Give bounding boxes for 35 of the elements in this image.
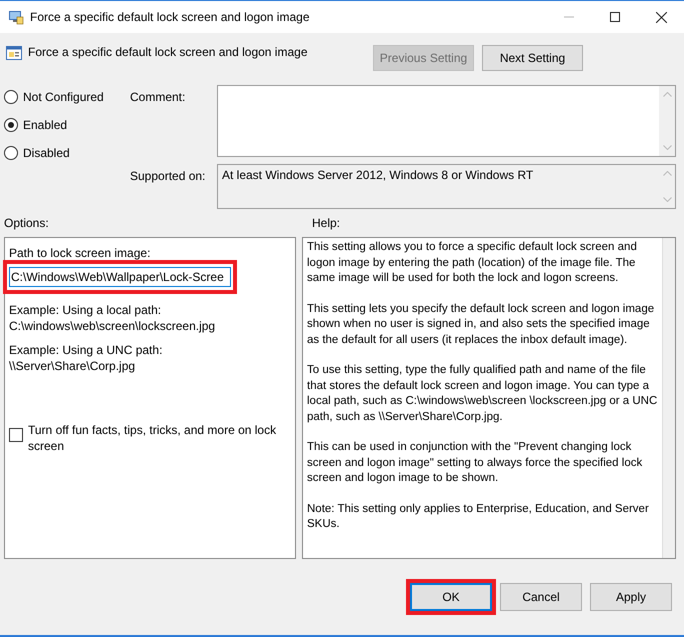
help-paragraph: This setting lets you specify the default lock screen and logon image shown when no user is signed in, and also sets the specified image as the default for all users (it replaces the inbox default image). xyxy=(307,302,656,348)
settings-window-icon xyxy=(6,45,22,61)
options-label: Options: xyxy=(4,216,50,230)
maximize-icon xyxy=(610,12,620,22)
dialog-button[interactable]: Apply xyxy=(590,583,672,611)
path-label: Path to lock screen image: xyxy=(9,246,152,260)
path-input[interactable]: C:\Windows\Web\Wallpaper\Lock-Scree xyxy=(9,267,231,287)
example-text: Example: Using a UNC path: \\Server\Share\Corp.jpg xyxy=(9,342,164,374)
dialog-button[interactable]: OK xyxy=(410,583,492,611)
radio-option[interactable]: Enabled xyxy=(4,117,130,133)
scroll-down-icon[interactable] xyxy=(662,145,672,150)
dialog-button[interactable]: Cancel xyxy=(500,583,582,611)
radio-option[interactable]: Not Configured xyxy=(4,89,130,105)
example-text: Example: Using a local path: C:\windows\web\screen\lockscreen.jpg xyxy=(9,302,216,334)
radio-option[interactable]: Disabled xyxy=(4,145,130,161)
comment-field[interactable] xyxy=(217,85,676,157)
scrollbar[interactable] xyxy=(662,238,675,558)
policy-title: Force a specific default lock screen and logon image xyxy=(28,45,308,59)
close-icon xyxy=(656,12,666,22)
lock-screen-checkbox[interactable]: Turn off fun facts, tips, tricks, and more on lock screen xyxy=(9,422,291,454)
comment-label: Comment: xyxy=(130,89,186,106)
scrollbar[interactable] xyxy=(659,86,675,156)
supported-on-label: Supported on: xyxy=(130,168,206,185)
scroll-up-icon[interactable] xyxy=(662,171,672,176)
next-setting-button[interactable]: Next Setting xyxy=(482,45,583,71)
help-paragraph: To use this setting, type the fully qualified path and name of the file that stores the default lock screen and logon image. You can type a local path, such as C:\windows\web\screen \lockscreen.jpg or a UNC path, such as \\Server\Share\Corp.jpg. xyxy=(307,363,658,424)
policy-icon xyxy=(8,9,24,25)
help-paragraph: This can be used in conjunction with the "Prevent changing lock screen and logon image" setting to always force the specified lock screen and logon image to be shown. xyxy=(307,440,644,486)
help-paragraph: This setting allows you to force a specific default lock screen and logon image by entering the path (location) of the image file. The same image will be used for both the lock and logon screens. xyxy=(307,240,638,286)
scroll-up-icon[interactable] xyxy=(662,92,672,97)
window-title: Force a specific default lock screen and logon image xyxy=(30,10,310,24)
help-paragraph: Note: This setting only applies to Enterprise, Education, and Server SKUs. xyxy=(307,502,650,532)
scroll-down-icon[interactable] xyxy=(662,197,672,202)
help-label: Help: xyxy=(312,216,342,230)
supported-on-text: At least Windows Server 2012, Windows 8 or Windows RT xyxy=(221,167,534,184)
